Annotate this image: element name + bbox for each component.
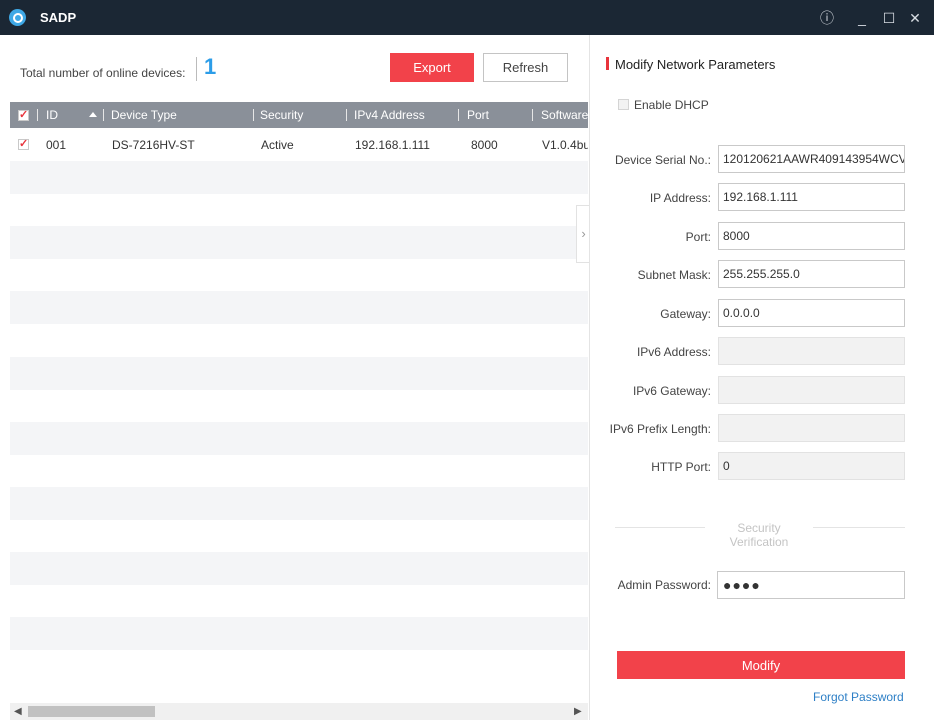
column-separator xyxy=(532,109,533,121)
cell-id: 001 xyxy=(46,138,67,152)
scroll-left-icon[interactable]: ◀ xyxy=(14,706,22,717)
column-separator xyxy=(103,109,104,121)
field-label: IP Address: xyxy=(649,191,711,205)
cell-device-type: DS-7216HV-ST xyxy=(112,138,195,152)
close-button[interactable]: ✕ xyxy=(905,8,925,28)
empty-table-row xyxy=(10,650,588,683)
scrollbar-thumb[interactable] xyxy=(28,706,155,717)
field-input[interactable]: 8000 xyxy=(718,222,905,250)
field-label: IPv6 Gateway: xyxy=(632,384,711,398)
column-separator xyxy=(346,109,347,121)
empty-table-row xyxy=(10,324,588,357)
info-icon[interactable]: ⓘ xyxy=(817,8,837,28)
field-input[interactable]: 120120621AAWR409143954WCVU xyxy=(718,145,905,173)
column-separator xyxy=(253,109,254,121)
online-devices-count: 1 xyxy=(204,54,217,79)
divider xyxy=(615,527,705,528)
field-label: Subnet Mask: xyxy=(637,268,711,282)
cell-ipv4-address: 192.168.1.111 xyxy=(355,138,430,152)
export-button[interactable]: Export xyxy=(390,53,474,82)
empty-table-row xyxy=(10,585,588,618)
column-separator xyxy=(458,109,459,121)
empty-table-row xyxy=(10,194,588,227)
horizontal-scrollbar[interactable]: ◀ ▶ xyxy=(10,703,588,720)
field-input[interactable] xyxy=(718,414,905,442)
empty-table-row xyxy=(10,421,588,455)
cell-security: Active xyxy=(261,138,294,152)
collapse-panel-chevron-icon[interactable]: › xyxy=(576,205,590,263)
empty-table-row xyxy=(10,552,588,586)
field-label: Device Serial No.: xyxy=(614,153,711,167)
device-table: ID Device Type Security IPv4 Address Por… xyxy=(10,102,588,705)
column-header-id[interactable]: ID xyxy=(46,102,58,128)
field-input[interactable]: 255.255.255.0 xyxy=(718,260,905,288)
sort-ascending-icon xyxy=(89,112,97,117)
field-label: IPv6 Prefix Length: xyxy=(609,422,711,436)
title-bar: SADP ⓘ _ ☐ ✕ xyxy=(0,0,934,35)
enable-dhcp-checkbox[interactable] xyxy=(618,99,629,110)
select-all-checkbox[interactable] xyxy=(18,108,29,121)
field-input[interactable] xyxy=(718,376,905,404)
enable-dhcp-label: Enable DHCP xyxy=(634,98,709,112)
cell-port: 8000 xyxy=(471,138,498,152)
divider xyxy=(813,527,905,528)
field-label: Port: xyxy=(685,230,711,244)
field-label: Gateway: xyxy=(660,307,711,321)
device-list-panel: Total number of online devices: 1 Export… xyxy=(0,35,588,720)
empty-table-row xyxy=(10,520,588,553)
column-separator xyxy=(37,109,38,121)
empty-table-row xyxy=(10,487,588,520)
field-input[interactable]: 192.168.1.111 xyxy=(718,183,905,211)
refresh-button[interactable]: Refresh xyxy=(483,53,568,82)
modify-button[interactable]: Modify xyxy=(617,651,905,679)
empty-table-row xyxy=(10,259,588,292)
empty-table-row xyxy=(10,389,588,422)
empty-table-row xyxy=(10,226,588,260)
empty-table-row xyxy=(10,161,588,194)
title-accent-bar xyxy=(606,57,609,70)
empty-table-row xyxy=(10,617,588,651)
cell-software: V1.0.4bu xyxy=(542,138,588,152)
online-devices-label: Total number of online devices: xyxy=(20,66,186,80)
field-input[interactable] xyxy=(718,337,905,365)
divider xyxy=(196,57,197,81)
modify-network-panel: Modify Network Parameters Enable DHCP De… xyxy=(589,35,934,720)
field-input[interactable]: 0 xyxy=(718,452,905,480)
admin-password-input[interactable]: ●●●● xyxy=(717,571,905,599)
column-header-port[interactable]: Port xyxy=(467,102,489,128)
security-verification-label: Security Verification xyxy=(729,521,789,549)
column-header-security[interactable]: Security xyxy=(260,102,303,128)
empty-table-row xyxy=(10,291,588,325)
field-label: IPv6 Address: xyxy=(636,345,711,359)
column-header-ipv4-address[interactable]: IPv4 Address xyxy=(354,102,425,128)
sadp-app-icon xyxy=(9,9,26,26)
column-header-device-type[interactable]: Device Type xyxy=(111,102,177,128)
field-input[interactable]: 0.0.0.0 xyxy=(718,299,905,327)
table-row[interactable]: 001 DS-7216HV-ST Active 192.168.1.111 80… xyxy=(10,128,588,161)
table-header: ID Device Type Security IPv4 Address Por… xyxy=(10,102,588,128)
panel-title: Modify Network Parameters xyxy=(615,57,776,72)
admin-password-label: Admin Password: xyxy=(617,578,711,592)
maximize-button[interactable]: ☐ xyxy=(879,8,899,28)
empty-table-row xyxy=(10,356,588,390)
minimize-button[interactable]: _ xyxy=(852,8,872,28)
column-header-software[interactable]: Software xyxy=(541,102,588,128)
field-label: HTTP Port: xyxy=(651,460,711,474)
empty-table-row xyxy=(10,454,588,487)
scroll-right-icon[interactable]: ▶ xyxy=(574,706,582,717)
forgot-password-link[interactable]: Forgot Password xyxy=(813,690,904,704)
row-checkbox[interactable] xyxy=(18,137,29,150)
app-title: SADP xyxy=(40,10,77,25)
